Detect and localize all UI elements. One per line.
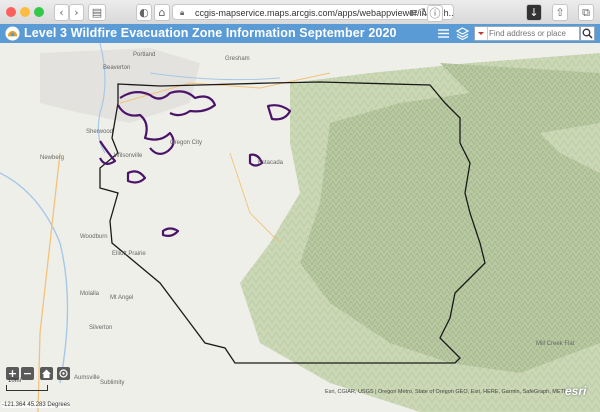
search-source-dropdown[interactable] — [475, 27, 488, 40]
forward-button[interactable]: › — [69, 4, 84, 21]
minimize-window-button[interactable] — [20, 7, 30, 17]
zoom-out-button[interactable]: − — [21, 367, 34, 380]
label-molalla: Molalla — [80, 291, 100, 297]
privacy-shield-icon[interactable]: ◐ — [136, 4, 152, 21]
label-portland: Portland — [133, 52, 156, 58]
coordinate-readout: -121.364 45.283 Degrees — [2, 402, 71, 408]
reader-icon[interactable]: ≡ — [408, 5, 419, 20]
esri-logo: esri — [565, 384, 587, 398]
app-logo-icon — [5, 26, 20, 41]
search-icon — [582, 28, 593, 39]
home-icon[interactable]: ⌂ — [154, 4, 170, 21]
basemap — [0, 43, 600, 412]
info-icon[interactable]: ⓘ — [427, 5, 443, 22]
label-aumsville: Aumsville — [74, 375, 100, 381]
list-icon[interactable] — [436, 26, 451, 41]
label-elliott-prairie: Elliott Prairie — [112, 251, 146, 257]
layers-icon[interactable] — [455, 26, 470, 41]
tabs-overview-icon[interactable]: ⧉ — [578, 4, 594, 21]
lock-icon: 🔒︎ — [180, 8, 185, 17]
sidebar-toggle-icon[interactable]: ▤ — [88, 4, 106, 21]
label-beaverton: Beaverton — [103, 65, 131, 71]
downloads-icon[interactable]: ↓ — [526, 4, 542, 21]
label-estacada: Estacada — [258, 160, 284, 166]
label-mill-creek-flat: Mill Creek Flat — [536, 341, 575, 347]
search-box — [474, 26, 580, 41]
scale-bar — [6, 385, 48, 391]
label-woodburn: Woodburn — [80, 234, 108, 240]
maximize-window-button[interactable] — [34, 7, 44, 17]
map-view[interactable]: Portland Beaverton Gresham Sherwood Oreg… — [0, 43, 600, 412]
app-title: Level 3 Wildfire Evacuation Zone Informa… — [24, 26, 397, 40]
label-sherwood: Sherwood — [86, 129, 114, 135]
locate-icon — [59, 369, 68, 378]
label-wilsonville: Wilsonville — [114, 153, 143, 159]
label-oregon-city: Oregon City — [170, 140, 203, 146]
map-attribution: Esri, CGIAR, USGS | Oregon Metro, State … — [324, 389, 570, 395]
label-newberg: Newberg — [40, 155, 65, 161]
search-input[interactable] — [489, 27, 579, 40]
label-gresham: Gresham — [225, 56, 250, 62]
close-window-button[interactable] — [6, 7, 16, 17]
label-sublimity: Sublimity — [100, 380, 125, 386]
label-mt-angel: Mt Angel — [110, 295, 134, 301]
scale-label: 10mi — [8, 378, 22, 384]
search-button[interactable] — [580, 26, 595, 41]
share-icon[interactable]: ⇧ — [552, 4, 568, 21]
home-extent-button[interactable] — [40, 367, 53, 380]
back-button[interactable]: ‹ — [54, 4, 69, 21]
home-icon — [42, 369, 51, 378]
locate-button[interactable] — [57, 367, 70, 380]
browser-toolbar: ‹ › ▤ ◐ ⌂ 🔒︎ ccgis-mapservice.maps.arcgi… — [0, 0, 600, 25]
label-silverton: Silverton — [89, 325, 113, 331]
chevron-down-icon — [478, 32, 484, 35]
